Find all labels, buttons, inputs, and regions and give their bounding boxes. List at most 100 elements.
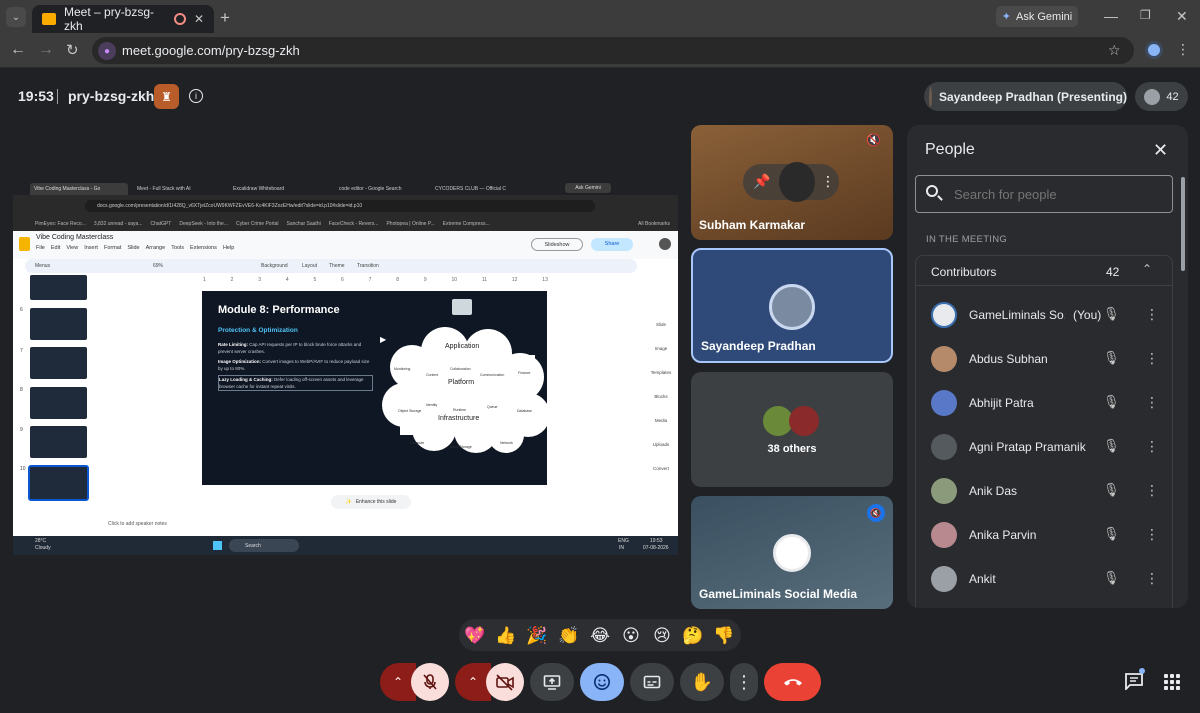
host-controls-icon[interactable]: ♜ [154, 84, 179, 109]
collapse-chevron-icon[interactable]: ⌃ [1142, 262, 1152, 276]
activities-icon[interactable] [1164, 674, 1180, 690]
browser-address-bar: ← → ↻ ● meet.google.com/pry-bzsg-zkh ☆ ⋮ [0, 33, 1200, 68]
participant-row[interactable]: Anik Das 🎙 ⋮ [915, 469, 1170, 513]
raise-hand-button[interactable]: ✋ [680, 663, 724, 701]
presenter-chip-label: Sayandeep Pradhan (Presenting) [938, 89, 1127, 104]
reaction-party[interactable]: 🎉 [524, 623, 550, 649]
participant-tile-gameliminals[interactable]: 🔇 GameLiminals Social Media [691, 496, 893, 609]
omnibox[interactable]: ● meet.google.com/pry-bzsg-zkh ☆ [92, 37, 1134, 64]
side-panel-item: Media [654, 418, 668, 423]
group-count: 42 [1106, 265, 1120, 279]
search-input[interactable] [954, 184, 1154, 204]
doc-title: Vibe Coding Masterclass [36, 234, 114, 241]
browser-tab-meet[interactable]: Meet – pry-bzsg-zkh ✕ [32, 5, 214, 33]
minimize-icon[interactable]: — [1104, 8, 1118, 24]
participant-row[interactable]: Anika Parvin 🎙 ⋮ [915, 513, 1170, 557]
pin-icon[interactable]: 📌 [753, 173, 770, 190]
site-info-icon[interactable]: ● [98, 42, 116, 60]
leave-call-button[interactable] [764, 663, 821, 701]
ruler-tick: 9 [423, 277, 427, 283]
reaction-sad[interactable]: 😢 [649, 623, 675, 649]
shared-tab-3: Excalidraw Whiteboard [229, 183, 324, 195]
taskbar-search-label: Search [245, 543, 261, 549]
bookmark-item: 3,832 unread - saya... [93, 221, 143, 227]
row-more-icon[interactable]: ⋮ [1145, 438, 1159, 455]
captions-icon [643, 675, 661, 689]
reaction-heart[interactable]: 💖 [462, 623, 488, 649]
captions-button[interactable] [630, 663, 674, 701]
reaction-thinking[interactable]: 🤔 [680, 623, 706, 649]
tile-muted-icon: 🔇 [866, 133, 881, 147]
slide-bullets: Rate Limiting: Cap API requests per IP t… [218, 341, 373, 391]
new-tab-icon[interactable]: + [220, 8, 230, 28]
people-search-field[interactable] [915, 175, 1173, 213]
presenter-chip[interactable]: Sayandeep Pradhan (Presenting) [924, 82, 1127, 111]
ruler-tick: 10 [451, 277, 458, 283]
reaction-clap[interactable]: 👏 [556, 623, 582, 649]
tile-more-icon[interactable]: ⋮ [821, 173, 835, 190]
participant-tile-others[interactable]: 38 others [691, 372, 893, 487]
end-call-icon [783, 679, 802, 686]
forward-icon[interactable]: → [38, 41, 54, 59]
row-more-icon[interactable]: ⋮ [1145, 394, 1159, 411]
restore-icon[interactable]: ❐ [1140, 8, 1151, 22]
participant-name: Abhijit Patra [969, 396, 1034, 410]
mic-toggle-button[interactable] [411, 663, 449, 701]
reactions-button[interactable] [580, 663, 624, 701]
participant-tile-sayandeep[interactable]: Sayandeep Pradhan [691, 248, 893, 363]
participants-chip[interactable]: 42 [1135, 82, 1188, 111]
participant-tile-subham[interactable]: 📌 ⋮ 🔇 Subham Karmakar [691, 125, 893, 240]
participant-row[interactable]: Abhijit Patra 🎙 ⋮ [915, 381, 1170, 425]
close-window-icon[interactable]: ✕ [1176, 8, 1188, 25]
ruler-tick: 5 [313, 277, 317, 283]
shared-address-bar: docs.google.com/presentation/d/1I428Q_v6… [13, 195, 678, 217]
menu-item: File [36, 245, 45, 251]
tile-name: Subham Karmakar [699, 218, 806, 232]
mic-off-icon: 🎙 [1103, 306, 1120, 321]
row-more-icon[interactable]: ⋮ [1145, 306, 1159, 323]
current-slide: Module 8: Performance Protection & Optim… [202, 291, 550, 485]
participant-row[interactable]: GameLiminals So... (You) 🎙 ⋮ [915, 293, 1170, 337]
close-tab-icon[interactable]: ✕ [194, 12, 204, 26]
shared-tab-1-label: Vibe Coding Masterclass - Go [34, 186, 101, 192]
present-button[interactable] [530, 663, 574, 701]
browser-menu-icon[interactable]: ⋮ [1176, 41, 1190, 58]
reaction-thumbs-down[interactable]: 👎 [711, 623, 737, 649]
header-divider [57, 89, 58, 104]
reaction-laugh[interactable]: 😂 [587, 623, 613, 649]
bookmark-item: ChatGPT [150, 221, 172, 227]
meeting-info-icon[interactable]: i [189, 89, 203, 103]
row-more-icon[interactable]: ⋮ [1145, 570, 1159, 587]
menu-item: Extensions [190, 245, 217, 251]
bullet-head: Image Optimization: [218, 359, 262, 364]
contributors-header[interactable]: Contributors 42 ⌃ [916, 256, 1172, 286]
bookmark-star-icon[interactable]: ☆ [1108, 42, 1121, 59]
participant-avatar [931, 390, 957, 416]
panel-scrollbar[interactable] [1181, 177, 1185, 271]
reload-icon[interactable]: ↻ [66, 41, 79, 59]
row-more-icon[interactable]: ⋮ [1145, 526, 1159, 543]
sparkle-icon: ✨ [345, 499, 352, 505]
participant-avatar [931, 478, 957, 504]
reaction-thumbs-up[interactable]: 👍 [493, 623, 519, 649]
participant-row[interactable]: Ankit 🎙 ⋮ [915, 557, 1170, 601]
ask-gemini-button[interactable]: ✦ Ask Gemini [996, 6, 1078, 27]
tab-search-dropdown-icon[interactable]: ⌄ [6, 7, 26, 27]
row-more-icon[interactable]: ⋮ [1145, 482, 1159, 499]
profile-avatar[interactable] [1145, 41, 1163, 59]
participant-row[interactable]: Agni Pratap Pramanik 🎙 ⋮ [915, 425, 1170, 469]
you-label: (You) [1073, 308, 1102, 322]
presenter-avatar [929, 86, 932, 107]
row-more-icon[interactable]: ⋮ [1145, 350, 1159, 367]
others-avatar-2 [789, 406, 819, 436]
more-options-button[interactable]: ⋮ [730, 663, 758, 701]
chat-icon[interactable] [1124, 668, 1145, 692]
participant-row[interactable]: Abdus Subhan 🎙 ⋮ [915, 337, 1170, 381]
emoji-icon [594, 674, 610, 690]
back-icon[interactable]: ← [10, 41, 26, 59]
participant-avatar [931, 302, 957, 328]
close-panel-icon[interactable]: ✕ [1153, 140, 1168, 161]
camera-toggle-button[interactable] [486, 663, 524, 701]
reaction-surprised[interactable]: 😮 [618, 623, 644, 649]
cloud-item: Object Storage [398, 409, 422, 413]
